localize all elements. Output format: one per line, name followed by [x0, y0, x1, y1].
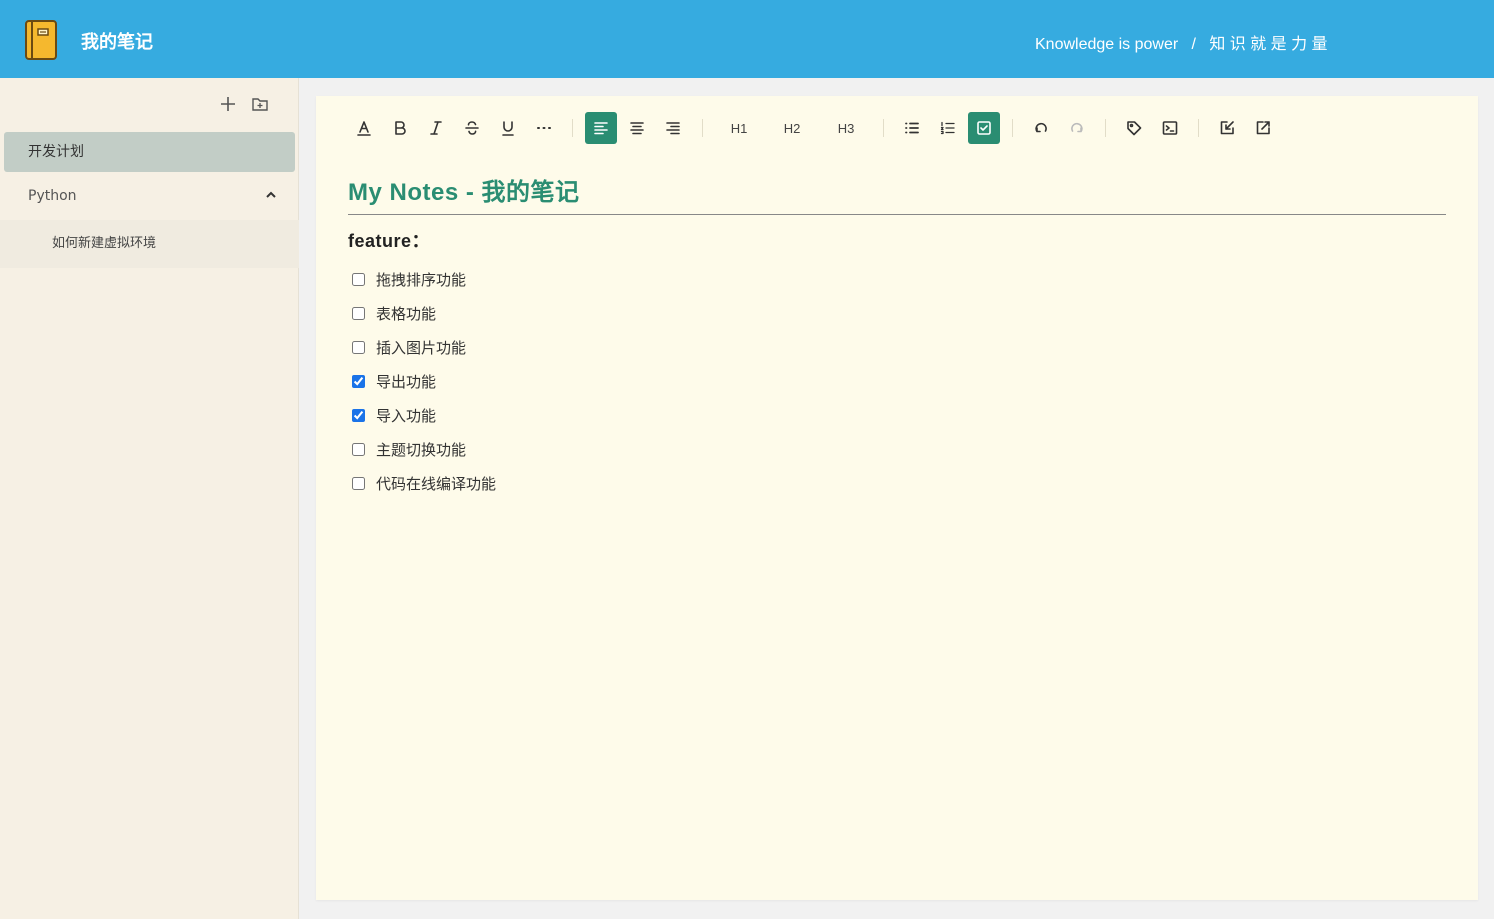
- bullet-list-button[interactable]: [896, 112, 928, 144]
- editor-toolbar: H1 H2 H3: [346, 112, 1446, 144]
- undo-button[interactable]: [1025, 112, 1057, 144]
- editor-panel: H1 H2 H3 My Notes - 我的笔记 feature： 拖拽排序功能…: [316, 96, 1478, 900]
- font-color-button[interactable]: [348, 112, 380, 144]
- toolbar-divider: [1105, 119, 1106, 137]
- task-checkbox[interactable]: [352, 306, 365, 320]
- task-label[interactable]: 表格功能: [376, 303, 436, 324]
- tag-icon: [1127, 121, 1142, 136]
- task-item: 导入功能: [350, 398, 496, 432]
- chevron-up-icon[interactable]: [265, 189, 277, 201]
- align-center-icon: [630, 122, 644, 135]
- toolbar-divider: [702, 119, 703, 137]
- terminal-icon: [1162, 121, 1178, 135]
- sidebar-group-label: Python: [28, 188, 77, 204]
- import-icon: [1220, 121, 1234, 135]
- document-title[interactable]: My Notes - 我的笔记: [348, 172, 580, 207]
- task-item: 导出功能: [350, 364, 496, 398]
- plus-icon: [221, 97, 235, 111]
- notebook-icon: [25, 20, 57, 60]
- align-right-button[interactable]: [657, 112, 689, 144]
- more-icon: [537, 127, 551, 129]
- underline-icon: [502, 121, 514, 136]
- code-block-button[interactable]: [1154, 112, 1186, 144]
- bold-button[interactable]: [384, 112, 416, 144]
- task-list-button[interactable]: [968, 112, 1000, 144]
- task-list: 拖拽排序功能 表格功能插入图片功能 导出功能导入功能主题切换功能代码在线编译功能: [350, 262, 496, 500]
- sidebar-item-dev-plan[interactable]: 开发计划: [4, 132, 295, 172]
- task-label[interactable]: 导入功能: [376, 405, 436, 426]
- header-motto: Knowledge is power / 知 识 就 是 力 量: [1035, 36, 1328, 53]
- add-folder-button[interactable]: [250, 94, 270, 114]
- app-title: 我的笔记: [81, 32, 153, 53]
- heading-3-button[interactable]: H3: [826, 112, 866, 144]
- toolbar-divider: [1012, 119, 1013, 137]
- toolbar-divider: [883, 119, 884, 137]
- import-button[interactable]: [1211, 112, 1243, 144]
- task-checkbox[interactable]: [352, 442, 365, 456]
- align-left-button[interactable]: [585, 112, 617, 144]
- ordered-list-button[interactable]: [932, 112, 964, 144]
- italic-button[interactable]: [420, 112, 452, 144]
- task-checkbox[interactable]: [352, 476, 365, 490]
- tag-button[interactable]: [1118, 112, 1150, 144]
- app-header: 我的笔记 Knowledge is power / 知 识 就 是 力 量: [0, 0, 1494, 78]
- heading-2-button[interactable]: H2: [772, 112, 812, 144]
- task-item: 主题切换功能: [350, 432, 496, 466]
- task-item: 表格功能: [350, 296, 496, 330]
- task-item: 代码在线编译功能: [350, 466, 496, 500]
- strikethrough-button[interactable]: [456, 112, 488, 144]
- task-item: 插入图片功能: [350, 330, 496, 364]
- redo-icon: [1071, 122, 1083, 133]
- align-right-icon: [666, 122, 680, 135]
- task-label[interactable]: 导出功能: [376, 371, 436, 392]
- task-checkbox[interactable]: [352, 374, 365, 388]
- align-center-button[interactable]: [621, 112, 653, 144]
- strikethrough-icon: [465, 121, 479, 135]
- task-label[interactable]: 拖拽排序功能: [376, 269, 466, 290]
- task-checkbox[interactable]: [352, 272, 365, 286]
- task-checkbox[interactable]: [352, 408, 365, 422]
- bullet-list-icon: [905, 122, 919, 134]
- task-label[interactable]: 代码在线编译功能: [376, 473, 496, 494]
- toolbar-divider: [572, 119, 573, 137]
- checkbox-icon: [977, 121, 991, 135]
- more-format-button[interactable]: [528, 112, 560, 144]
- italic-icon: [430, 121, 442, 135]
- title-divider: [348, 214, 1446, 215]
- task-checkbox[interactable]: [352, 340, 365, 354]
- export-button[interactable]: [1247, 112, 1279, 144]
- task-item: 拖拽排序功能: [350, 262, 496, 296]
- redo-button[interactable]: [1061, 112, 1093, 144]
- toolbar-divider: [1198, 119, 1199, 137]
- bold-icon: [395, 121, 406, 135]
- undo-icon: [1035, 122, 1047, 133]
- align-left-icon: [594, 122, 608, 135]
- heading-1-button[interactable]: H1: [719, 112, 759, 144]
- folder-plus-icon: [252, 98, 268, 111]
- sidebar-item-venv[interactable]: 如何新建虚拟环境: [0, 220, 299, 268]
- sidebar: 开发计划 Python 如何新建虚拟环境: [0, 78, 299, 919]
- document-subheading[interactable]: feature：: [348, 227, 430, 253]
- font-color-icon: [357, 121, 371, 136]
- add-note-button[interactable]: [218, 94, 238, 114]
- underline-button[interactable]: [492, 112, 524, 144]
- sidebar-group-python[interactable]: Python: [0, 176, 299, 216]
- task-label[interactable]: 主题切换功能: [376, 439, 466, 460]
- export-icon: [1256, 121, 1270, 135]
- task-label[interactable]: 插入图片功能: [376, 337, 466, 358]
- ordered-list-icon: [940, 121, 955, 135]
